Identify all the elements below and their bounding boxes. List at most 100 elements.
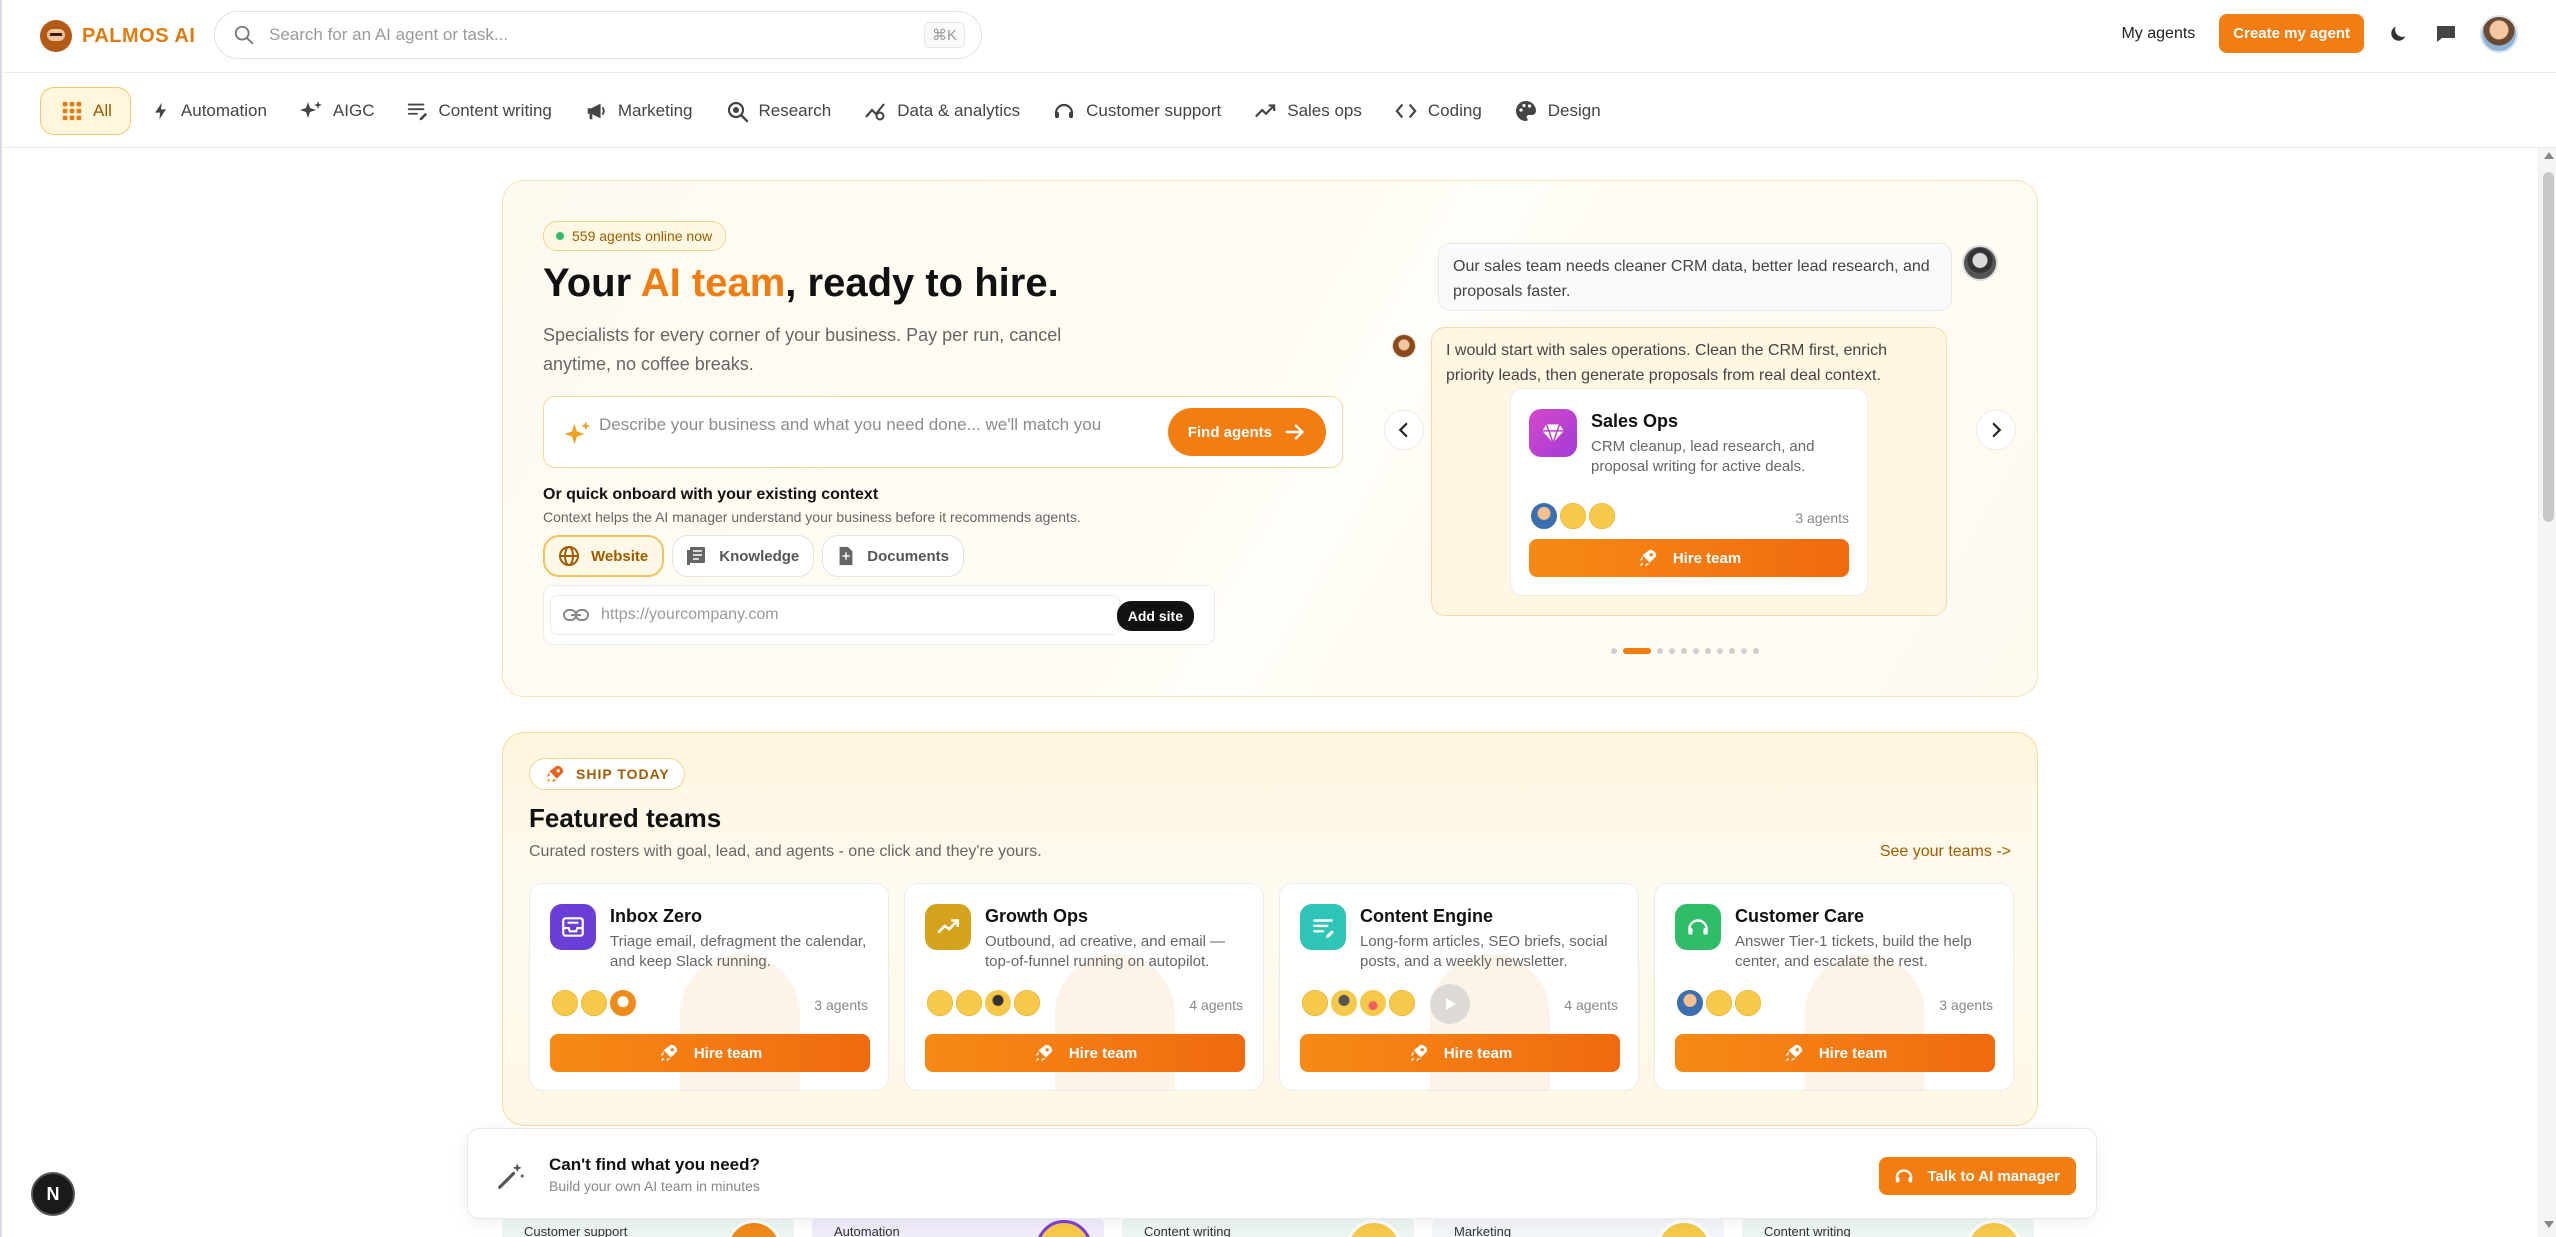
hero-title-accent: AI team (640, 261, 786, 305)
cant-find-subtitle: Build your own AI team in minutes (549, 1178, 760, 1194)
carousel-prev-button[interactable] (1384, 410, 1424, 450)
category-label: Marketing (617, 100, 693, 120)
hire-team-label: Hire team (1672, 549, 1742, 567)
search-bar[interactable]: ⌘K (214, 11, 982, 59)
agent-avatar (579, 988, 609, 1018)
team-card-growth-ops[interactable]: Growth Ops Outbound, ad creative, and em… (904, 883, 1264, 1091)
agent-avatar (550, 988, 580, 1018)
search-input[interactable] (269, 25, 924, 45)
hero-subtitle: Specialists for every corner of your bus… (543, 325, 1062, 374)
hire-team-label: Hire team (1068, 1044, 1138, 1062)
category-label: Content writing (438, 100, 552, 120)
user-avatar[interactable] (2480, 14, 2518, 53)
top-header: PALMOS AI ⌘K My agents Create my agent (2, 0, 2556, 73)
category-data-analytics[interactable]: Data & analytics (853, 87, 1042, 135)
category-label: Design (1547, 100, 1601, 120)
logo[interactable]: PALMOS AI (40, 20, 195, 52)
online-count: 559 agents online now (572, 228, 713, 244)
scroll-down-arrow-icon[interactable] (2544, 1221, 2554, 1228)
category-coding[interactable]: Coding (1384, 87, 1504, 135)
chevron-right-icon (1992, 422, 2002, 438)
create-agent-button[interactable]: Create my agent (2219, 14, 2364, 53)
hero-section: 559 agents online now Your AI team, read… (502, 180, 2038, 697)
website-form: Add site (543, 585, 1215, 645)
rocket-icon (1785, 1044, 1803, 1062)
hire-team-button[interactable]: Hire team (925, 1034, 1245, 1072)
carousel-dot[interactable] (1681, 648, 1687, 654)
find-agents-button[interactable]: Find agents (1167, 408, 1326, 456)
agent-avatar (1346, 1220, 1402, 1237)
agent-avatars (1675, 988, 1763, 1018)
carousel-dot[interactable] (1741, 648, 1747, 654)
document-lines-icon (1300, 904, 1346, 950)
category-content-writing[interactable]: Content writing (396, 87, 573, 135)
cant-find-title: Can't find what you need? (549, 1155, 760, 1174)
category-all[interactable]: All (40, 86, 131, 135)
code-icon (1395, 103, 1417, 118)
online-agents-badge: 559 agents online now (543, 221, 727, 251)
talk-to-ai-manager-button[interactable]: Talk to AI manager (1879, 1157, 2076, 1195)
carousel-dot[interactable] (1717, 648, 1723, 654)
category-customer-support[interactable]: Customer support (1042, 87, 1243, 135)
chat-icon[interactable] (2432, 20, 2460, 48)
see-your-teams-link[interactable]: See your teams -> (1880, 843, 2011, 861)
trend-up-icon (1255, 103, 1276, 117)
category-research[interactable]: Research (715, 87, 854, 135)
carousel-dot[interactable] (1669, 648, 1675, 654)
category-marketing[interactable]: Marketing (574, 87, 715, 135)
category-label: Research (758, 100, 832, 120)
carousel-dot[interactable] (1729, 648, 1735, 654)
agent-avatar (1558, 501, 1588, 531)
team-card-customer-care[interactable]: Customer Care Answer Tier-1 tickets, bui… (1654, 883, 2014, 1091)
category-design[interactable]: Design (1504, 87, 1623, 135)
carousel-dot[interactable] (1623, 648, 1651, 654)
agent-avatars (550, 988, 638, 1018)
featured-subtitle: Curated rosters with goal, lead, and age… (529, 843, 1042, 860)
category-aigc[interactable]: AIGC (289, 87, 397, 135)
agent-count: 3 agents (1795, 510, 1849, 526)
agent-count: 4 agents (1189, 997, 1243, 1013)
dark-mode-icon[interactable] (2384, 20, 2412, 48)
tab-website[interactable]: Website (543, 535, 665, 577)
category-sales-ops[interactable]: Sales ops (1243, 87, 1384, 135)
research-icon (727, 101, 748, 122)
scrollbar-thumb[interactable] (2543, 172, 2554, 522)
website-field[interactable] (550, 595, 1120, 635)
hire-team-button[interactable]: Hire team (550, 1034, 870, 1072)
agent-count: 4 agents (1564, 997, 1618, 1013)
scroll-up-arrow-icon[interactable] (2544, 152, 2554, 159)
hero-title-start: Your (543, 261, 641, 305)
my-agents-link[interactable]: My agents (2121, 25, 2195, 43)
featured-title: Featured teams (529, 803, 722, 833)
hire-team-button[interactable]: Hire team (1300, 1034, 1620, 1072)
team-name: Inbox Zero (610, 906, 703, 926)
carousel-dot[interactable] (1611, 648, 1617, 654)
header-actions: My agents Create my agent (2121, 14, 2518, 53)
play-icon[interactable] (1430, 984, 1470, 1024)
website-input[interactable] (601, 606, 1081, 624)
tab-documents[interactable]: Documents (822, 535, 964, 577)
carousel-dot[interactable] (1753, 648, 1759, 654)
rocket-icon (660, 1044, 678, 1062)
hire-team-button-fill: Hire team (925, 1034, 1245, 1072)
carousel-dot[interactable] (1693, 648, 1699, 654)
describe-input[interactable] (599, 415, 1179, 451)
team-card-inbox-zero[interactable]: Inbox Zero Triage email, defragment the … (529, 883, 889, 1091)
dev-tools-badge[interactable]: N (31, 1172, 75, 1216)
carousel-next-button[interactable] (1976, 410, 2016, 450)
agent-avatar (1329, 988, 1359, 1018)
tab-label: Website (591, 547, 649, 565)
carousel-dot[interactable] (1705, 648, 1711, 654)
recommended-team-card[interactable]: Sales Ops CRM cleanup, lead research, an… (1510, 388, 1868, 596)
team-card-content-engine[interactable]: Content Engine Long-form articles, SEO b… (1279, 883, 1639, 1091)
category-automation[interactable]: Automation (141, 87, 289, 135)
add-site-button[interactable]: Add site (1116, 601, 1194, 631)
carousel-dot[interactable] (1657, 648, 1663, 654)
page-scrollbar[interactable] (2538, 148, 2556, 1237)
tab-knowledge[interactable]: Knowledge (672, 535, 815, 577)
hire-team-button[interactable]: Hire team (1529, 539, 1849, 577)
context-tabs: Website Knowledge Documents (543, 535, 964, 577)
hire-team-button[interactable]: Hire team (1675, 1034, 1995, 1072)
magic-wand-icon (498, 1163, 525, 1189)
carousel-dots (1611, 648, 1759, 654)
